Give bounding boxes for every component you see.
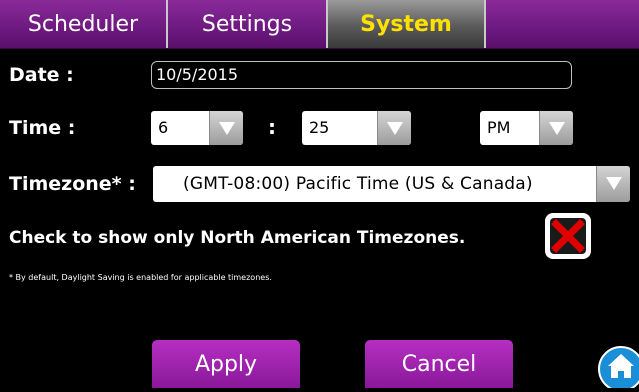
minute-value: 25	[309, 118, 330, 137]
ampm-select[interactable]: PM	[480, 111, 573, 145]
chevron-down-icon	[387, 122, 403, 135]
home-icon	[598, 346, 639, 392]
time-separator: :	[268, 115, 276, 139]
timezone-dropdown-button[interactable]	[596, 166, 630, 202]
minute-dropdown-button[interactable]	[377, 111, 411, 145]
home-button[interactable]	[597, 345, 639, 392]
time-label: Time :	[9, 117, 76, 139]
chevron-down-icon	[606, 177, 622, 190]
cancel-button[interactable]: Cancel	[365, 340, 513, 388]
date-field[interactable]: 10/5/2015	[151, 61, 572, 89]
ampm-dropdown-button[interactable]	[539, 111, 573, 145]
minute-select[interactable]: 25	[302, 111, 411, 145]
north-america-checkbox[interactable]	[545, 213, 591, 259]
chevron-down-icon	[219, 122, 235, 135]
apply-button[interactable]: Apply	[152, 340, 300, 388]
daylight-saving-footnote: * By default, Daylight Saving is enabled…	[9, 273, 272, 282]
ampm-value: PM	[487, 118, 511, 137]
hour-value: 6	[158, 118, 169, 137]
hour-dropdown-button[interactable]	[209, 111, 243, 145]
tab-system[interactable]: System	[328, 0, 486, 48]
x-mark-icon	[550, 218, 586, 254]
tab-bar: Scheduler Settings System	[0, 0, 639, 49]
tab-settings[interactable]: Settings	[168, 0, 328, 48]
chevron-down-icon	[549, 122, 565, 135]
north-america-checkbox-label: Check to show only North American Timezo…	[9, 228, 466, 248]
date-label: Date :	[9, 64, 74, 86]
hour-select[interactable]: 6	[151, 111, 243, 145]
timezone-select[interactable]: (GMT-08:00) Pacific Time (US & Canada)	[153, 166, 630, 202]
timezone-value: (GMT-08:00) Pacific Time (US & Canada)	[183, 174, 533, 194]
tab-scheduler[interactable]: Scheduler	[0, 0, 168, 48]
timezone-label: Timezone* :	[9, 173, 136, 195]
